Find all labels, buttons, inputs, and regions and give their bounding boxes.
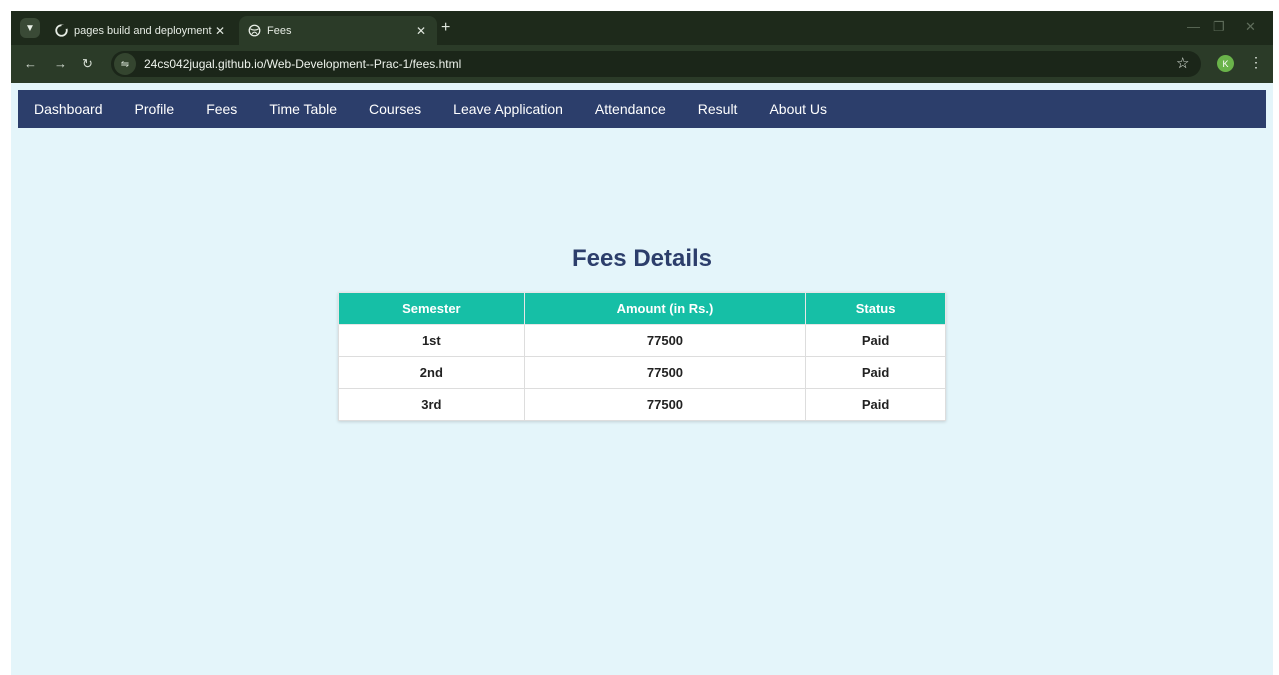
page-content: Dashboard Profile Fees Time Table Course… (11, 83, 1273, 675)
table-row: 3rd 77500 Paid (338, 388, 946, 421)
site-navbar: Dashboard Profile Fees Time Table Course… (18, 90, 1266, 128)
fees-table: Semester Amount (in Rs.) Status 1st 7750… (338, 292, 946, 421)
tune-icon[interactable]: ⇋ (114, 53, 136, 75)
back-arrow-icon[interactable]: ← (24, 56, 37, 71)
address-toolbar: ← → ↻ ⇋ 24cs042jugal.github.io/Web-Devel… (11, 45, 1273, 83)
tab-strip: ▼ pages build and deployment · 2 ✕ Fees … (11, 11, 1273, 45)
github-icon (54, 24, 68, 38)
minimize-icon[interactable]: — (1187, 19, 1200, 34)
nav-dashboard[interactable]: Dashboard (34, 101, 103, 117)
kebab-menu-icon[interactable]: ⋮ (1249, 54, 1263, 71)
globe-icon (247, 24, 261, 38)
column-header-amount: Amount (in Rs.) (523, 292, 807, 325)
nav-fees[interactable]: Fees (206, 101, 237, 117)
status-cell: Paid (805, 388, 946, 421)
nav-attendance[interactable]: Attendance (595, 101, 666, 117)
table-header-row: Semester Amount (in Rs.) Status (338, 292, 946, 325)
nav-courses[interactable]: Courses (369, 101, 421, 117)
nav-leave-application[interactable]: Leave Application (453, 101, 563, 117)
amount-cell: 77500 (523, 388, 807, 421)
close-icon[interactable]: ✕ (212, 24, 228, 38)
amount-cell: 77500 (523, 324, 807, 357)
column-header-semester: Semester (338, 292, 525, 325)
status-cell: Paid (805, 356, 946, 389)
page-title: Fees Details (571, 245, 713, 272)
nav-time-table[interactable]: Time Table (269, 101, 337, 117)
reload-icon[interactable]: ↻ (82, 56, 93, 72)
window-close-icon[interactable]: ✕ (1245, 19, 1256, 35)
star-icon[interactable]: ☆ (1176, 54, 1189, 72)
tab-pages-build[interactable]: pages build and deployment · 2 ✕ (46, 16, 236, 45)
table-row: 2nd 77500 Paid (338, 356, 946, 389)
nav-about-us[interactable]: About Us (769, 101, 827, 117)
column-header-status: Status (805, 292, 946, 325)
nav-profile[interactable]: Profile (135, 101, 175, 117)
semester-cell: 3rd (338, 388, 525, 421)
nav-result[interactable]: Result (698, 101, 738, 117)
tab-fees[interactable]: Fees ✕ (239, 16, 437, 45)
avatar[interactable]: K (1217, 55, 1234, 72)
url-text[interactable]: 24cs042jugal.github.io/Web-Development--… (144, 57, 461, 71)
status-cell: Paid (805, 324, 946, 357)
table-row: 1st 77500 Paid (338, 324, 946, 357)
new-tab-icon[interactable]: + (441, 19, 450, 37)
address-bar[interactable]: ⇋ 24cs042jugal.github.io/Web-Development… (111, 51, 1201, 77)
tab-title: pages build and deployment · 2 (74, 24, 212, 37)
close-icon[interactable]: ✕ (413, 24, 429, 38)
restore-icon[interactable]: ❐ (1213, 19, 1225, 35)
semester-cell: 1st (338, 324, 525, 357)
forward-arrow-icon[interactable]: → (54, 56, 67, 71)
tab-title: Fees (267, 24, 292, 37)
chevron-down-icon[interactable]: ▼ (20, 18, 40, 38)
browser-window: ▼ pages build and deployment · 2 ✕ Fees … (11, 11, 1273, 675)
amount-cell: 77500 (523, 356, 807, 389)
semester-cell: 2nd (338, 356, 525, 389)
